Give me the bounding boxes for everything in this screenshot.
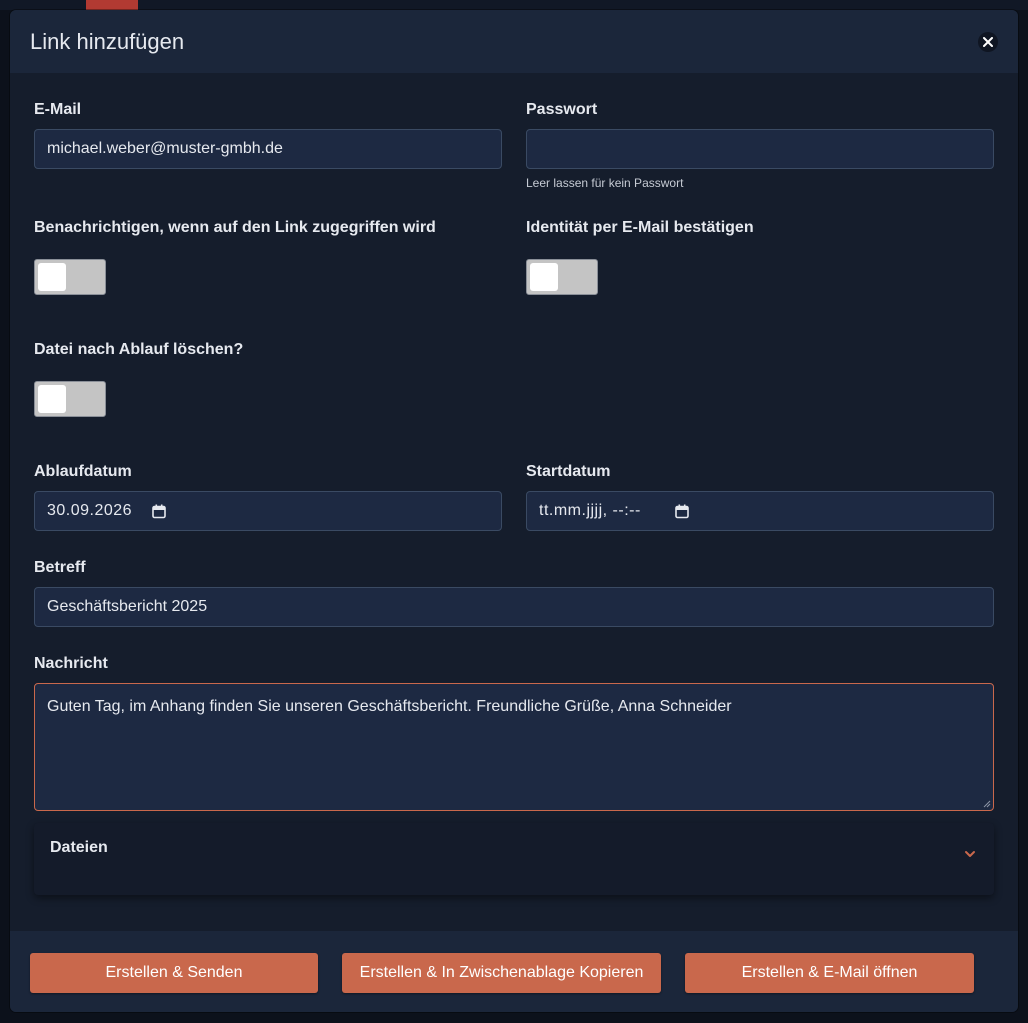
dialog-header: Link hinzufügen [10,10,1018,73]
toggle-knob [38,385,66,413]
notify-label: Benachrichtigen, wenn auf den Link zugeg… [34,219,436,236]
email-value: michael.weber@muster-gmbh.de [47,140,283,157]
files-accordion[interactable]: Dateien [34,823,994,895]
resize-grip-icon[interactable] [983,800,991,808]
password-field[interactable] [526,129,994,169]
close-button[interactable] [978,31,998,52]
delete-after-expiry-label: Datei nach Ablauf löschen? [34,341,244,358]
subject-value: Geschäftsbericht 2025 [47,598,208,615]
add-link-dialog: Link hinzufügen E-Mail michael.weber@mus… [10,10,1018,1012]
calendar-icon[interactable] [152,504,166,519]
create-open-email-button[interactable]: Erstellen & E-Mail öffnen [685,953,974,993]
toggle-knob [38,263,66,291]
chevron-down-icon [965,851,975,857]
verify-identity-label: Identität per E-Mail bestätigen [526,219,754,236]
subject-label: Betreff [34,559,86,576]
start-date-value: tt.mm.jjjj, --:-- [539,502,641,519]
delete-after-expiry-toggle[interactable] [34,381,106,417]
email-field[interactable]: michael.weber@muster-gmbh.de [34,129,502,169]
verify-identity-toggle[interactable] [526,259,598,295]
dialog-title: Link hinzufügen [30,28,185,54]
toggle-knob [530,263,558,291]
start-date-field[interactable]: tt.mm.jjjj, --:-- [526,491,994,531]
email-label: E-Mail [34,101,82,118]
message-label: Nachricht [34,655,108,672]
subject-field[interactable]: Geschäftsbericht 2025 [34,587,994,627]
create-copy-clipboard-button[interactable]: Erstellen & In Zwischenablage Kopieren [342,953,661,993]
close-icon [983,36,993,47]
message-textarea[interactable]: Guten Tag, im Anhang finden Sie unseren … [34,683,994,811]
expiry-date-label: Ablaufdatum [34,463,132,480]
message-value: Guten Tag, im Anhang finden Sie unseren … [47,698,732,715]
create-send-button[interactable]: Erstellen & Senden [30,953,318,993]
password-label: Passwort [526,101,598,118]
start-date-label: Startdatum [526,463,611,480]
files-accordion-title: Dateien [50,839,108,856]
password-hint: Leer lassen für kein Passwort [526,176,684,190]
expiry-date-value: 30.09.2026 [47,502,133,519]
background-toolbar [0,0,1028,10]
expiry-date-field[interactable]: 30.09.2026 [34,491,502,531]
dialog-footer: Erstellen & Senden Erstellen & In Zwisch… [10,931,1018,1012]
calendar-icon[interactable] [675,504,689,519]
dialog-body: E-Mail michael.weber@muster-gmbh.de Pass… [10,73,1018,931]
background-red-button [86,0,138,10]
notify-toggle[interactable] [34,259,106,295]
